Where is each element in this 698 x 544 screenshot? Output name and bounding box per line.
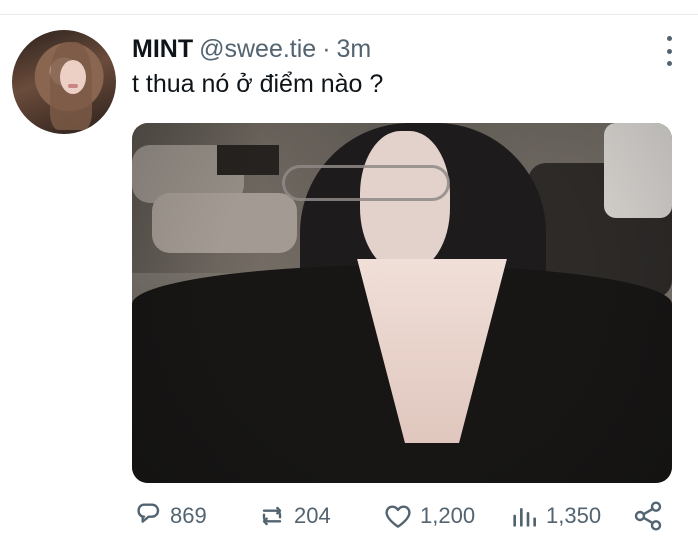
reply-icon xyxy=(137,503,160,523)
tweet-actions: 869 204 1,200 1,350 xyxy=(132,496,672,536)
retweet-count: 204 xyxy=(294,503,331,528)
author-handle[interactable]: @swee.tie xyxy=(199,35,316,64)
author-name[interactable]: MINT xyxy=(132,35,193,64)
tweet-header: MINT @swee.tie · 3m xyxy=(132,34,371,64)
more-icon-dot-2 xyxy=(666,48,672,54)
share-icon xyxy=(634,501,662,531)
more-icon-dot-3 xyxy=(666,61,672,66)
avatar-face xyxy=(60,60,86,94)
views-button[interactable]: 1,350 xyxy=(508,496,601,536)
reply-button[interactable]: 869 xyxy=(132,496,207,536)
avatar-lips xyxy=(68,84,78,88)
view-count: 1,350 xyxy=(546,503,602,528)
share-button[interactable] xyxy=(632,496,664,536)
analytics-icon xyxy=(513,508,536,527)
retweet-icon xyxy=(262,506,282,526)
top-divider xyxy=(0,14,698,15)
reply-count: 869 xyxy=(170,503,207,528)
heart-icon xyxy=(385,505,411,528)
avatar[interactable] xyxy=(12,30,116,134)
like-button[interactable]: 1,200 xyxy=(382,496,475,536)
tweet-text: t thua nó ở điểm nào ? xyxy=(132,70,384,98)
header-separator: · xyxy=(322,34,331,63)
tweet-media-image[interactable] xyxy=(132,123,672,483)
retweet-button[interactable]: 204 xyxy=(256,496,331,536)
media-shadow xyxy=(132,123,672,483)
more-icon xyxy=(666,36,672,41)
like-count: 1,200 xyxy=(420,503,476,528)
tweet-time[interactable]: 3m xyxy=(337,35,372,64)
more-button[interactable] xyxy=(658,36,680,66)
